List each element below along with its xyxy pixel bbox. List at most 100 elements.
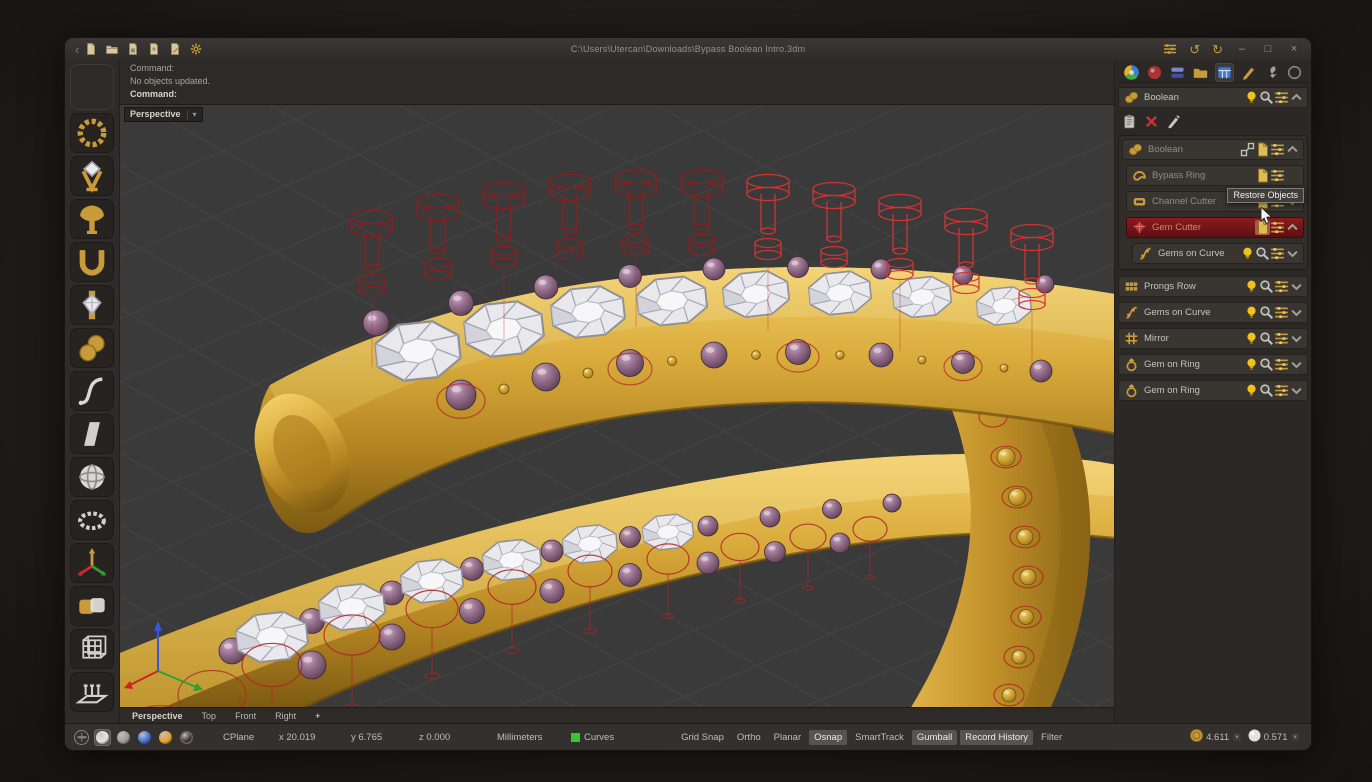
material-ball-gray[interactable] [115,729,132,746]
units-button[interactable]: Millimeters [497,732,571,743]
toggle-smarttrack[interactable]: SmartTrack [850,730,909,745]
visibility-bulb-icon[interactable] [1244,357,1259,372]
copy-clipboard-icon[interactable] [1122,114,1137,129]
close-button[interactable]: × [1287,44,1301,55]
toggle-record-history[interactable]: Record History [960,730,1033,745]
material-ball-dark[interactable] [178,729,195,746]
tool-arraycube-button[interactable] [70,629,114,669]
inspect-loupe-icon[interactable] [1259,331,1274,346]
tree-row-boolean[interactable]: Boolean [1122,139,1304,160]
panel-tab-files[interactable] [1192,64,1209,81]
import-file-icon[interactable] [147,42,161,56]
tree-row-mirror[interactable]: Mirror [1118,328,1308,349]
expand-chevron-icon[interactable] [1289,305,1304,320]
parameters-icon[interactable] [1274,90,1289,105]
new-file-icon[interactable] [84,42,98,56]
parameters-icon[interactable] [1274,331,1289,346]
parameters-icon[interactable] [1270,246,1285,261]
inspect-loupe-icon[interactable] [1259,305,1274,320]
viewport-tab-right[interactable]: Right [275,711,296,721]
panel-tab-builder[interactable] [1215,63,1234,82]
toggle-grid-snap[interactable]: Grid Snap [676,730,729,745]
inspect-loupe-icon[interactable] [1259,279,1274,294]
tree-row-gems-on-curve[interactable]: Gems on Curve [1132,243,1304,264]
toggle-gumball[interactable]: Gumball [912,730,957,745]
parameters-icon[interactable] [1274,383,1289,398]
tool-gemband-button[interactable] [70,285,114,325]
tool-head-button[interactable] [70,156,114,196]
edit-pencil-icon[interactable] [1166,114,1181,129]
link-icon[interactable] [1240,142,1255,157]
expand-chevron-icon[interactable] [1289,279,1304,294]
tree-row-bypass-ring[interactable]: Bypass Ring [1126,165,1304,186]
collapse-chevron-icon[interactable] [1285,220,1300,235]
metal-weight-dropdown-icon[interactable]: ▾ [1233,733,1241,741]
viewport-tab-front[interactable]: Front [235,711,256,721]
material-ball-blue[interactable] [136,729,153,746]
tool-shank-button[interactable] [70,242,114,282]
parameters-icon[interactable] [1274,279,1289,294]
minimize-button[interactable]: – [1235,44,1249,55]
edit-file-icon[interactable] [168,42,182,56]
command-history[interactable]: Command: No objects updated. Command: [120,60,1114,105]
tool-scurve-button[interactable] [70,371,114,411]
expand-chevron-icon[interactable] [1289,357,1304,372]
expand-chevron-icon[interactable] [1289,331,1304,346]
layer-indicator[interactable]: Curves [571,732,614,743]
back-arrow-icon[interactable]: ‹ [75,43,79,56]
inspect-loupe-icon[interactable] [1259,383,1274,398]
panel-tab-more[interactable] [1286,64,1303,81]
tree-row-prongs-row[interactable]: Prongs Row [1118,276,1308,297]
parameters-icon[interactable] [1270,142,1285,157]
collapse-chevron-icon[interactable] [1285,142,1300,157]
parameters-icon[interactable] [1274,305,1289,320]
tree-row-gems-on-curve[interactable]: Gems on Curve [1118,302,1308,323]
expand-chevron-icon[interactable] [1285,246,1300,261]
restore-objects-icon[interactable] [1255,142,1270,157]
viewport-tab-perspective[interactable]: Perspective [132,711,183,721]
visibility-bulb-icon[interactable] [1244,305,1259,320]
restore-objects-icon[interactable] [1255,168,1270,183]
material-ball-orange[interactable] [157,729,174,746]
material-ball-white[interactable] [94,729,111,746]
panel-tab-layers[interactable] [1169,64,1186,81]
toggle-planar[interactable]: Planar [769,730,806,745]
settings-gear-icon[interactable] [189,42,203,56]
new-viewport-tab-icon[interactable]: + [315,711,320,721]
visibility-bulb-icon[interactable] [1240,246,1255,261]
collapse-chevron-icon[interactable] [1289,90,1304,105]
visibility-bulb-icon[interactable] [1244,331,1259,346]
parameters-icon[interactable] [1270,168,1285,183]
expand-chevron-icon[interactable] [1289,383,1304,398]
tool-twostone-button[interactable] [70,328,114,368]
undo-icon[interactable]: ↺ [1189,43,1200,56]
tool-eternity-button[interactable] [70,500,114,540]
viewport-title-chip[interactable]: Perspective ▾ [124,107,203,122]
visibility-bulb-icon[interactable] [1244,279,1259,294]
tool-pave-button[interactable] [70,672,114,712]
redo-icon[interactable]: ↻ [1212,43,1223,56]
cplane-button[interactable]: CPlane [223,732,279,743]
toggle-filter[interactable]: Filter [1036,730,1067,745]
inspect-loupe-icon[interactable] [1259,357,1274,372]
viewport-menu-arrow-icon[interactable]: ▾ [187,110,197,119]
save-file-icon[interactable] [126,42,140,56]
panel-tab-display[interactable] [1146,64,1163,81]
tool-sphere-button[interactable] [70,457,114,497]
toggle-osnap[interactable]: Osnap [809,730,847,745]
tree-row-gem-cutter[interactable]: Gem Cutter [1126,217,1304,238]
viewport-3d[interactable]: Perspective ▾ [120,105,1114,707]
tree-row-gem-on-ring[interactable]: Gem on Ring [1118,380,1308,401]
toggle-ortho[interactable]: Ortho [732,730,766,745]
tool-halo-button[interactable] [70,113,114,153]
tree-row-boolean[interactable]: Boolean [1118,87,1308,108]
tool-sweep-button[interactable] [70,414,114,454]
material-ball-crosshair[interactable] [73,729,90,746]
open-folder-icon[interactable] [105,42,119,56]
viewport-tab-top[interactable]: Top [202,711,217,721]
tool-booleantool-button[interactable] [70,586,114,626]
inspect-loupe-icon[interactable] [1255,246,1270,261]
gem-weight-dropdown-icon[interactable]: ▾ [1291,733,1299,741]
panel-tab-annotate[interactable] [1240,64,1257,81]
inspect-loupe-icon[interactable] [1259,90,1274,105]
